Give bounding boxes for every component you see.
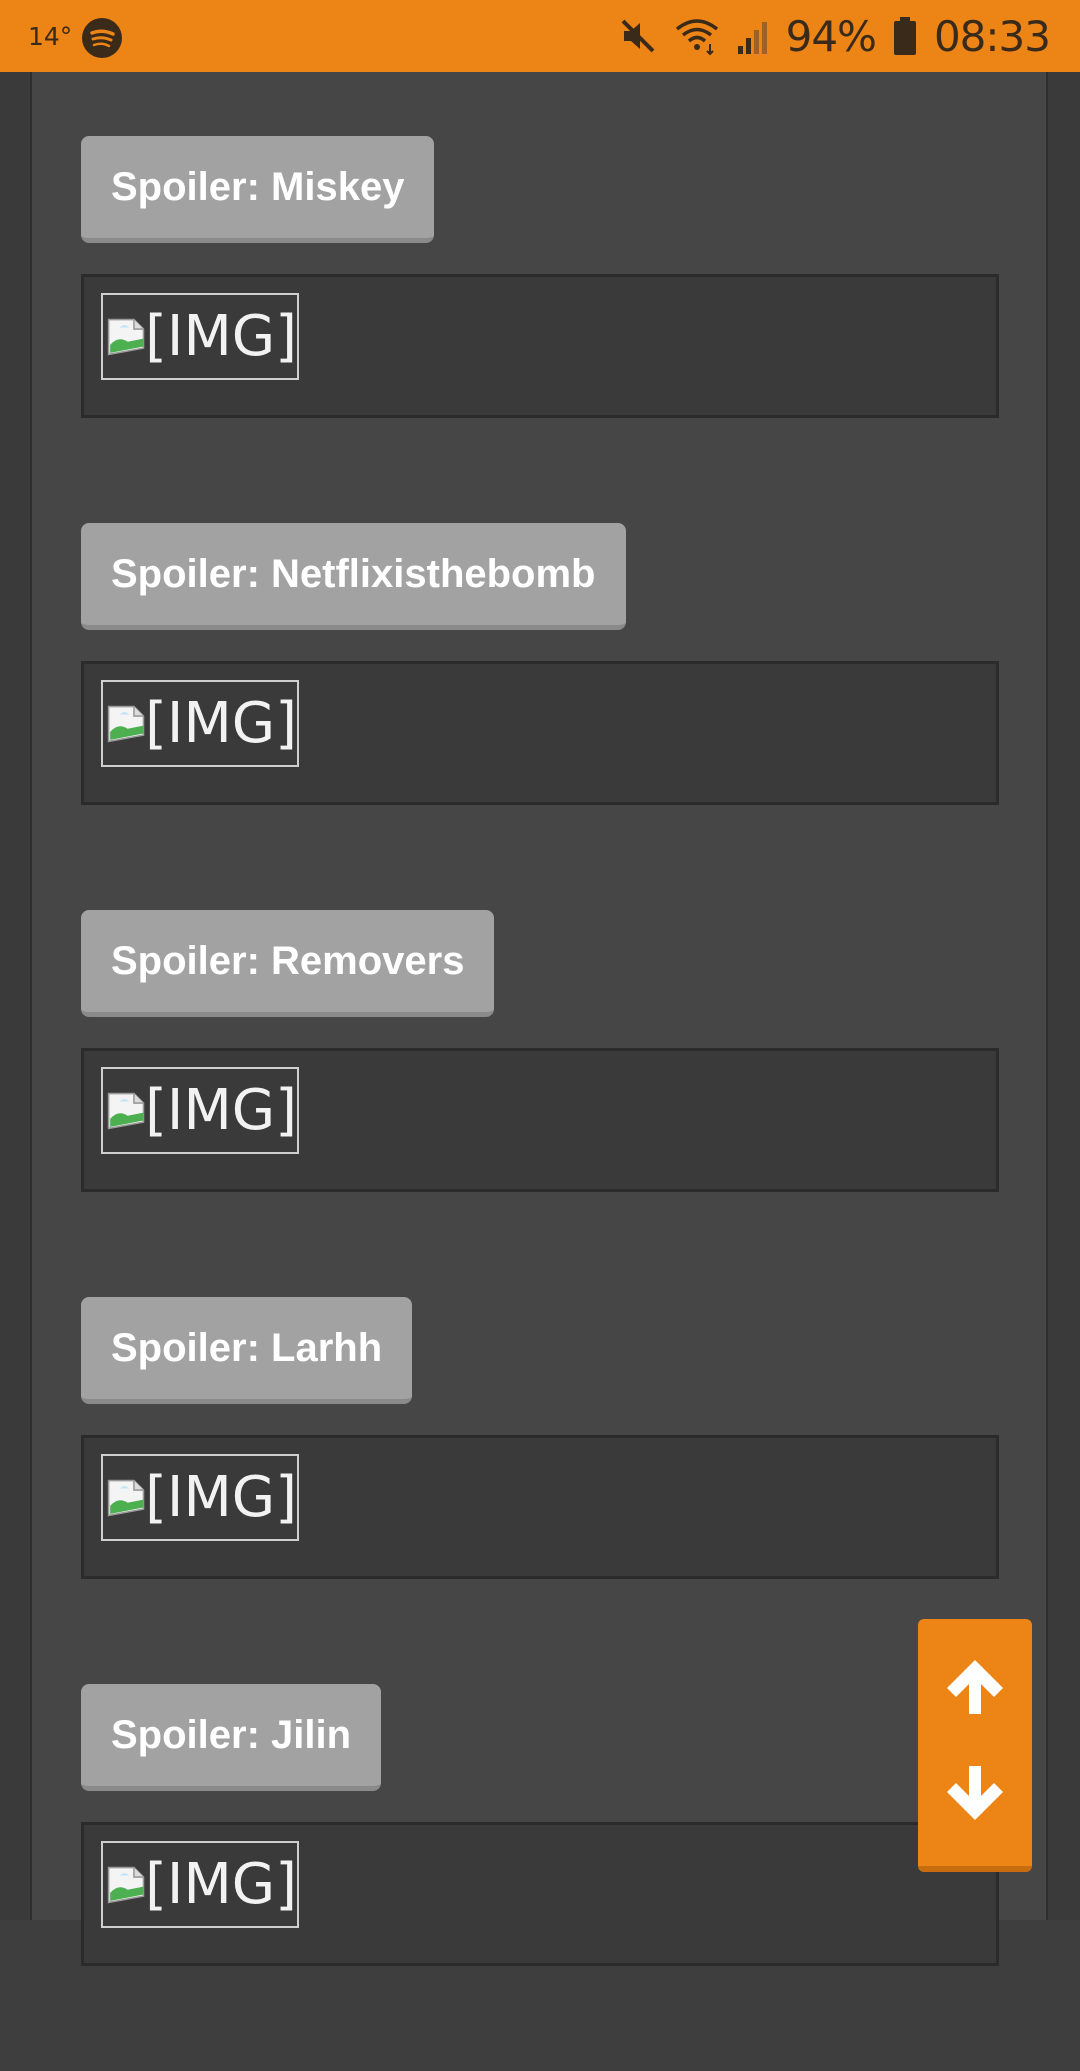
image-alt-text: [IMG] (145, 1464, 297, 1530)
clock-time: 08:33 (933, 11, 1051, 61)
arrow-up-icon (947, 1660, 1003, 1714)
broken-image-icon (107, 318, 145, 355)
spoiler-content-box: [IMG] (81, 1435, 999, 1579)
broken-image-icon (107, 1092, 145, 1129)
broken-image[interactable]: [IMG] (101, 1454, 299, 1541)
image-alt-text: [IMG] (145, 690, 297, 756)
spoiler-content-box: [IMG] (81, 661, 999, 805)
spoiler-button-removers[interactable]: Spoiler: Removers (81, 910, 495, 1017)
spoiler-button-miskey[interactable]: Spoiler: Miskey (81, 136, 435, 243)
broken-image[interactable]: [IMG] (101, 1067, 299, 1154)
spotify-icon (82, 18, 122, 58)
status-bar: 14° 94% 08:33 (0, 0, 1080, 72)
spoiler-block: Spoiler: Removers [IMG] (81, 910, 999, 1297)
spoiler-list: Spoiler: Miskey [IMG] Spoiler: Netflixis… (81, 136, 999, 2071)
spoiler-block: Spoiler: Larhh [IMG] (81, 1297, 999, 1684)
spoiler-button-netflixisthebomb[interactable]: Spoiler: Netflixisthebomb (81, 523, 626, 630)
scroll-nav (918, 1619, 1032, 1872)
scroll-to-bottom-button[interactable] (918, 1739, 1032, 1849)
spoiler-block: Spoiler: Netflixisthebomb [IMG] (81, 523, 999, 910)
spoiler-block: Spoiler: Jilin [IMG] (81, 1684, 999, 2071)
battery-percent: 94% (785, 11, 877, 61)
weather-temperature: 14° (28, 22, 73, 51)
broken-image-icon (107, 705, 145, 742)
broken-image-icon (107, 1866, 145, 1903)
spoiler-content-box: [IMG] (81, 1822, 999, 1966)
spoiler-content-box: [IMG] (81, 1048, 999, 1192)
image-alt-text: [IMG] (145, 1077, 297, 1143)
broken-image[interactable]: [IMG] (101, 1841, 299, 1928)
battery-icon (892, 16, 918, 56)
broken-image[interactable]: [IMG] (101, 293, 299, 380)
signal-icon (736, 16, 770, 56)
scroll-to-top-button[interactable] (918, 1631, 1032, 1741)
broken-image-icon (107, 1479, 145, 1516)
spoiler-content-box: [IMG] (81, 274, 999, 418)
wifi-icon (674, 16, 720, 56)
image-alt-text: [IMG] (145, 303, 297, 369)
mute-icon (618, 16, 658, 56)
spoiler-button-larhh[interactable]: Spoiler: Larhh (81, 1297, 413, 1404)
arrow-down-icon (947, 1766, 1003, 1820)
image-alt-text: [IMG] (145, 1851, 297, 1917)
spoiler-block: Spoiler: Miskey [IMG] (81, 136, 999, 523)
broken-image[interactable]: [IMG] (101, 680, 299, 767)
spoiler-button-jilin[interactable]: Spoiler: Jilin (81, 1684, 382, 1791)
